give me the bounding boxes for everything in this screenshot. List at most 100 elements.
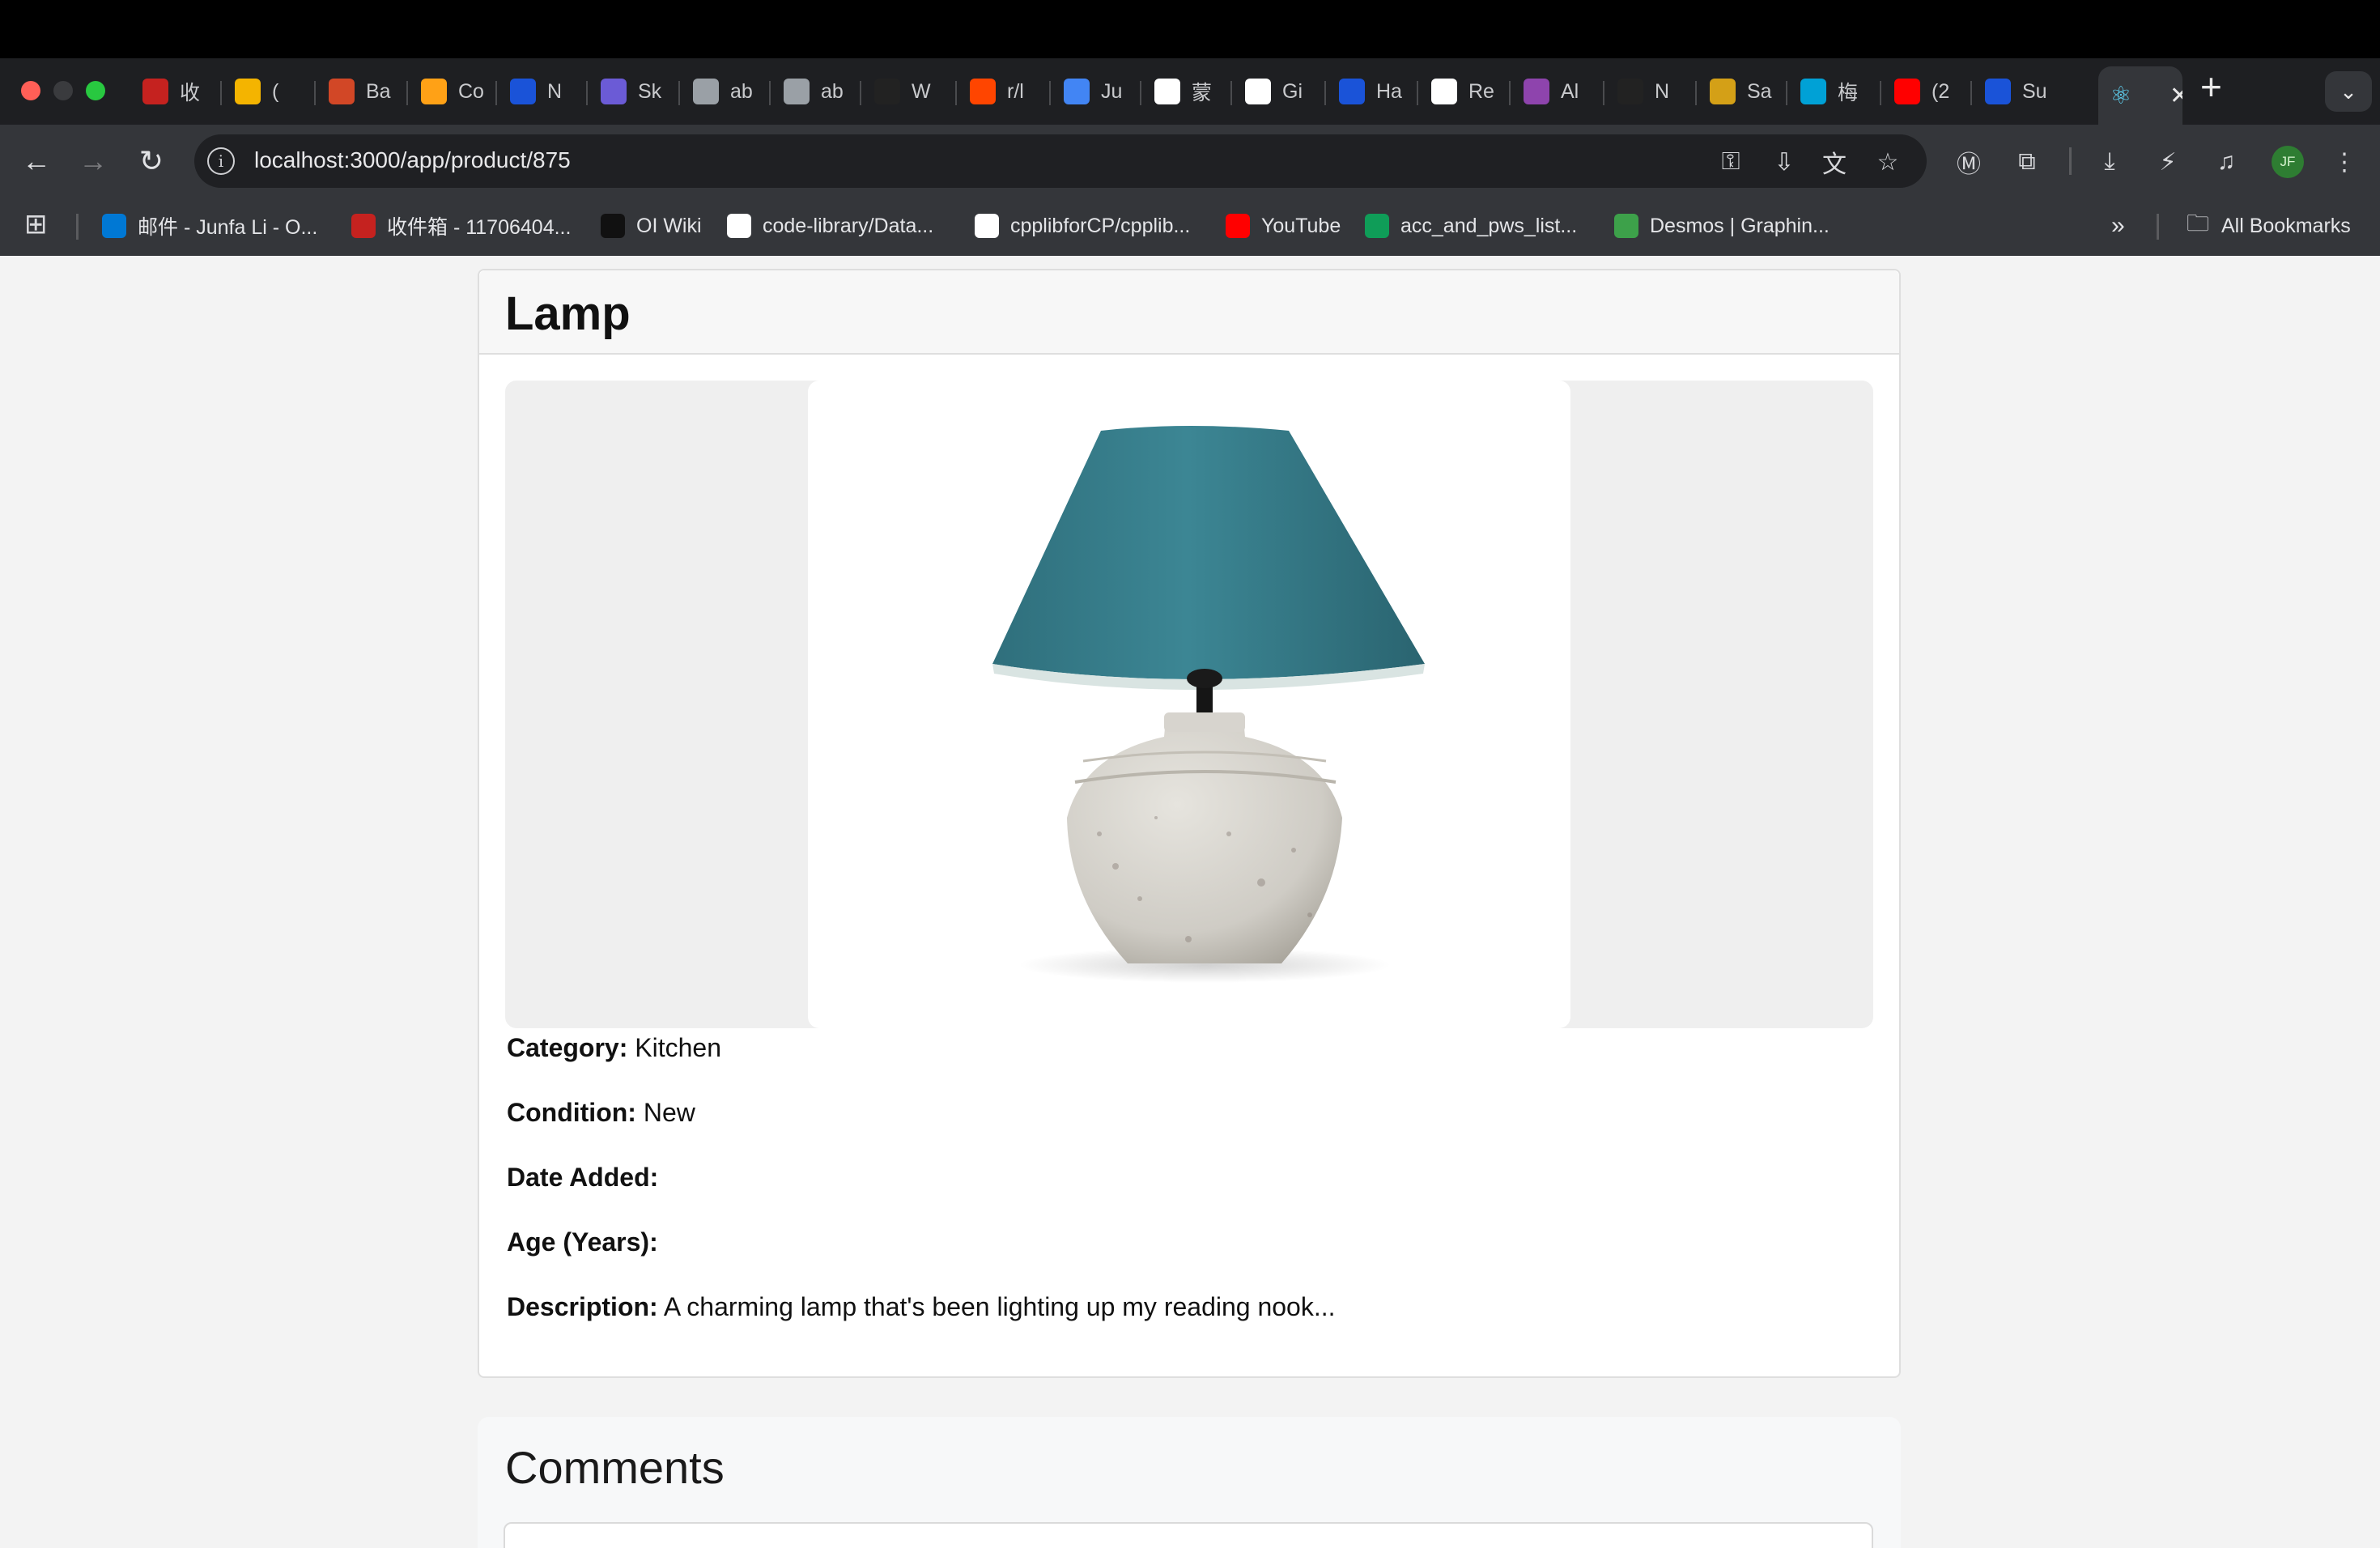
browser-tab[interactable]: (2 (1885, 68, 1967, 115)
browser-tab[interactable]: Su (1975, 68, 2058, 115)
browser-tab[interactable]: 梅 (1791, 68, 1873, 115)
tab-divider (1049, 81, 1051, 105)
browser-tab[interactable]: Ba (319, 68, 402, 115)
menu-kebab-icon[interactable]: ⋮ (2327, 144, 2362, 180)
bookmark-item[interactable]: OI Wiki (601, 209, 702, 243)
toolbar-divider (2069, 147, 2072, 175)
back-button[interactable]: ← (18, 142, 55, 180)
browser-tab[interactable]: Sa (1700, 68, 1783, 115)
bookmark-item[interactable]: YouTube (1226, 209, 1341, 243)
bookmark-item[interactable]: 邮件 - Junfa Li - O... (102, 209, 317, 243)
tab-label: Co (458, 79, 484, 103)
bookmark-divider (2157, 214, 2159, 240)
tab-divider (1140, 81, 1141, 105)
close-tab-icon[interactable]: ✕ (2170, 82, 2182, 110)
tab-label: ab (821, 79, 844, 103)
extension-m-icon[interactable]: Ⓜ (1951, 144, 1987, 180)
gmail-icon (351, 214, 376, 238)
c-circle-icon (1985, 79, 2011, 104)
youtube-icon (1226, 214, 1250, 238)
more-bookmarks-chevron-icon[interactable]: » (2111, 209, 2125, 243)
browser-tab[interactable]: Sk (591, 68, 674, 115)
bookmark-label: cpplibforCP/cpplib... (1010, 214, 1191, 237)
bookmark-item[interactable]: code-library/Data... (727, 209, 933, 243)
tab-divider (769, 81, 771, 105)
media-controls-icon[interactable]: ♫ (2208, 144, 2244, 180)
browser-tab[interactable]: ( (225, 68, 308, 115)
url-text[interactable]: localhost:3000/app/product/875 (254, 147, 571, 173)
tab-active[interactable]: ⚛ ✕ (2098, 66, 2182, 125)
browser-tab[interactable]: r/l (960, 68, 1043, 115)
browser-tab[interactable]: Co (411, 68, 494, 115)
tab-divider (406, 81, 408, 105)
tab-label: Sa (1747, 79, 1772, 103)
openai-icon (1617, 79, 1643, 104)
browser-tab[interactable]: W (865, 68, 947, 115)
new-tab-button[interactable]: + (2200, 68, 2222, 105)
gmail-icon (142, 79, 168, 104)
browser-tab[interactable]: Ha (1329, 68, 1412, 115)
downloads-icon[interactable]: ⤓ (2092, 144, 2127, 180)
field-label: Category: (507, 1033, 628, 1062)
tab-label: Su (2022, 79, 2047, 103)
browser-tab[interactable]: N (1608, 68, 1690, 115)
tab-divider (1230, 81, 1232, 105)
product-field-row: Description: A charming lamp that's been… (507, 1292, 1336, 1322)
maximize-window-button[interactable] (86, 81, 105, 100)
field-value: Kitchen (635, 1033, 721, 1062)
youtube-icon (1894, 79, 1920, 104)
reload-button[interactable]: ↻ (133, 142, 170, 180)
all-bookmarks-label: All Bookmarks (2221, 214, 2351, 237)
c-circle-icon (1339, 79, 1365, 104)
bookmark-item[interactable]: Desmos | Graphin... (1614, 209, 1830, 243)
desmos-icon (1614, 214, 1638, 238)
tab-label: Ju (1101, 79, 1123, 103)
browser-tab[interactable]: Gi (1235, 68, 1318, 115)
minimize-window-button[interactable] (53, 81, 73, 100)
tab-divider (1417, 81, 1418, 105)
sunglasses-icon (235, 79, 261, 104)
browser-tab[interactable]: 收 (133, 68, 215, 115)
browser-tab[interactable]: N (500, 68, 583, 115)
browser-tab[interactable]: ab (683, 68, 766, 115)
bookmark-item[interactable]: 收件箱 - 11706404... (351, 209, 571, 243)
password-key-icon[interactable]: ⚿ (1715, 146, 1747, 178)
browser-tab[interactable]: Ju (1054, 68, 1137, 115)
bookmark-label: 邮件 - Junfa Li - O... (138, 216, 318, 239)
bookmark-star-icon[interactable]: ☆ (1872, 146, 1904, 178)
tab-divider (1509, 81, 1511, 105)
tab-label: Ha (1376, 79, 1402, 103)
translate-icon[interactable]: 文 (1818, 146, 1851, 178)
comment-input[interactable] (504, 1522, 1873, 1548)
browser-tab[interactable]: ab (774, 68, 856, 115)
browser-tab[interactable]: Re (1422, 68, 1504, 115)
c-circle-icon (510, 79, 536, 104)
product-card-header: Lamp (479, 270, 1899, 355)
tab-search-button[interactable]: ⌄ (2325, 71, 2372, 112)
tab-label: 梅 (1838, 82, 1859, 104)
browser-tab[interactable]: Al (1514, 68, 1596, 115)
leetcode-icon (421, 79, 447, 104)
bookmark-item[interactable]: acc_and_pws_list... (1365, 209, 1577, 243)
all-bookmarks-button[interactable]: 🗀 All Bookmarks (2186, 209, 2351, 243)
apps-grid-icon[interactable]: ⊞ (24, 207, 48, 241)
product-field-row: Date Added: (507, 1163, 658, 1193)
profile-avatar[interactable]: JF (2272, 146, 2304, 178)
performance-icon[interactable]: ⚡ (2150, 144, 2186, 180)
tab-divider (1603, 81, 1604, 105)
bookmark-item[interactable]: cpplibforCP/cpplib... (975, 209, 1190, 243)
tab-divider (1786, 81, 1787, 105)
close-window-button[interactable] (21, 81, 40, 100)
bilibili-icon (1800, 79, 1826, 104)
tab-label: 收 (180, 82, 201, 104)
product-field-row: Category: Kitchen (507, 1033, 721, 1063)
tab-divider (586, 81, 588, 105)
folder-icon: 🗀 (2186, 211, 2209, 236)
tab-divider (495, 81, 497, 105)
extensions-puzzle-icon[interactable]: ⧉ (2009, 144, 2045, 180)
browser-tab[interactable]: 蒙 (1145, 68, 1227, 115)
forward-button[interactable]: → (74, 142, 112, 180)
site-info-icon[interactable]: i (207, 147, 235, 175)
install-app-icon[interactable]: ⇩ (1768, 146, 1800, 178)
github-icon (727, 214, 751, 238)
